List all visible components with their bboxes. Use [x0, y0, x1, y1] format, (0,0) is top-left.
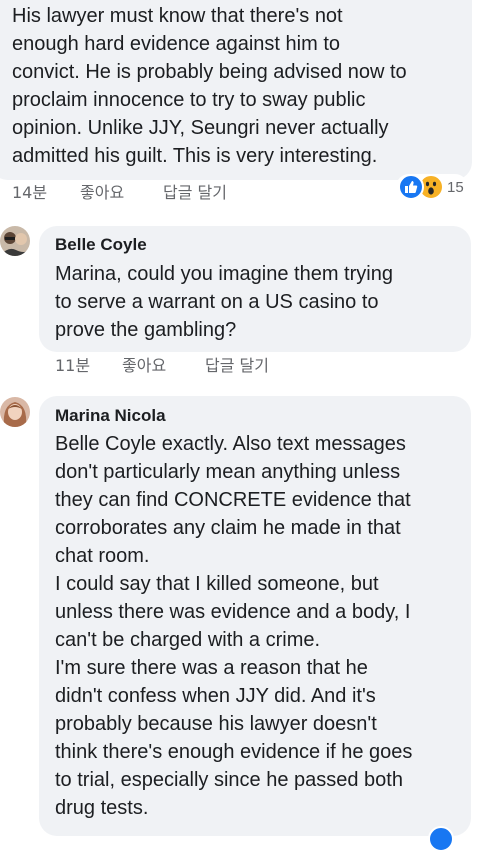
- reply-button[interactable]: 답글 달기: [205, 354, 269, 378]
- comment-bubble-2: Belle Coyle Marina, could you imagine th…: [39, 226, 471, 352]
- like-button[interactable]: 좋아요: [80, 181, 124, 205]
- like-icon: [398, 174, 424, 200]
- comment-actions-2: 11분 좋아요 답글 달기: [0, 354, 480, 378]
- comment-timestamp[interactable]: 14분: [12, 181, 47, 205]
- comment-text: Belle Coyle exactly. Also text messages …: [55, 433, 413, 819]
- reaction-summary[interactable]: [428, 826, 454, 852]
- comment-text: Marina, could you imagine them trying to…: [55, 263, 393, 341]
- comment-text: His lawyer must know that there's not en…: [12, 5, 407, 167]
- reply-button[interactable]: 답글 달기: [163, 181, 227, 205]
- avatar[interactable]: [0, 226, 30, 256]
- avatar[interactable]: [0, 397, 30, 427]
- like-button[interactable]: 좋아요: [122, 354, 166, 378]
- comment-author[interactable]: Belle Coyle: [55, 234, 147, 256]
- comment-timestamp[interactable]: 11분: [55, 354, 90, 378]
- comment-bubble-3: Marina Nicola Belle Coyle exactly. Also …: [39, 396, 471, 836]
- comment-bubble-1: His lawyer must know that there's not en…: [0, 0, 472, 180]
- comment-author[interactable]: Marina Nicola: [55, 405, 166, 427]
